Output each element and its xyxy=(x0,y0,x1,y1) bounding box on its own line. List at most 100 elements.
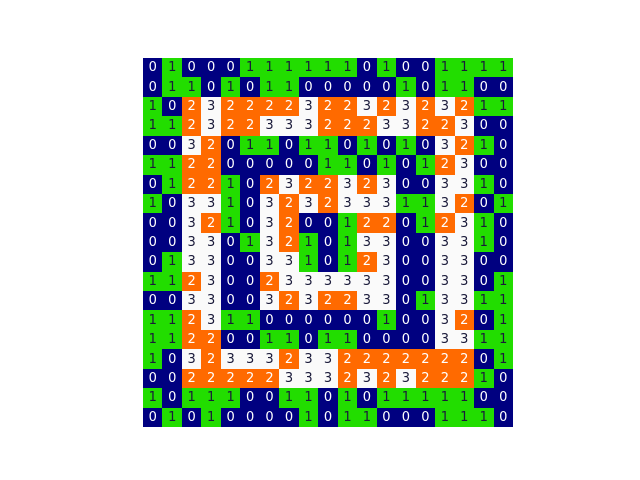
grid-cell: 0 xyxy=(240,213,260,233)
grid-cell: 2 xyxy=(435,368,455,389)
grid-cell: 0 xyxy=(396,271,416,292)
grid-cell: 2 xyxy=(415,116,436,136)
grid-cell: 0 xyxy=(357,388,377,408)
grid-cell: 1 xyxy=(474,135,494,156)
grid-cell: 0 xyxy=(162,368,182,389)
grid-cell: 0 xyxy=(493,368,513,389)
grid-cell: 1 xyxy=(435,77,455,97)
grid-cell: 1 xyxy=(240,58,260,78)
grid-cell: 0 xyxy=(279,407,299,427)
grid-cell: 1 xyxy=(376,155,397,175)
grid-cell: 2 xyxy=(376,349,397,369)
grid-cell: 2 xyxy=(259,271,280,292)
grid-cell: 2 xyxy=(201,368,221,389)
grid-cell: 1 xyxy=(357,135,377,156)
grid-cell: 2 xyxy=(454,135,475,156)
grid-cell: 3 xyxy=(357,96,377,117)
grid-cell: 0 xyxy=(415,232,436,253)
grid-cell: 2 xyxy=(337,368,358,389)
grid-cell: 0 xyxy=(143,252,163,272)
grid-cell: 1 xyxy=(162,252,182,272)
grid-cell: 2 xyxy=(435,116,455,136)
grid-cell: 0 xyxy=(474,349,494,369)
grid-cell: 0 xyxy=(474,116,494,136)
grid-cell: 3 xyxy=(201,116,221,136)
grid-cell: 2 xyxy=(454,310,475,330)
grid-cell: 0 xyxy=(298,77,319,97)
grid-cell: 0 xyxy=(162,213,182,233)
grid-cell: 3 xyxy=(181,232,202,253)
grid-cell: 2 xyxy=(454,193,475,214)
grid-cell: 3 xyxy=(435,232,455,253)
grid-cell: 0 xyxy=(220,155,241,175)
grid-cell: 2 xyxy=(454,349,475,369)
grid-cell: 0 xyxy=(318,252,338,272)
grid-cell: 1 xyxy=(454,77,475,97)
grid-cell: 0 xyxy=(474,310,494,330)
grid-cell: 1 xyxy=(474,174,494,194)
grid-cell: 2 xyxy=(181,116,202,136)
grid-cell: 0 xyxy=(240,271,260,292)
grid-cell: 0 xyxy=(493,174,513,194)
grid-cell: 1 xyxy=(337,232,358,253)
grid-cell: 0 xyxy=(162,388,182,408)
grid-cell: 3 xyxy=(376,116,397,136)
grid-cell: 3 xyxy=(201,96,221,117)
grid-cell: 0 xyxy=(415,135,436,156)
grid-cell: 1 xyxy=(143,155,163,175)
grid-cell: 3 xyxy=(279,116,299,136)
grid-cell: 1 xyxy=(201,407,221,427)
grid-cell: 3 xyxy=(279,252,299,272)
grid-cell: 1 xyxy=(396,388,416,408)
grid-cell: 0 xyxy=(298,310,319,330)
grid-cell: 0 xyxy=(357,329,377,350)
grid-cell: 1 xyxy=(474,96,494,117)
grid-cell: 3 xyxy=(181,349,202,369)
grid-cell: 1 xyxy=(279,329,299,350)
grid-cell: 2 xyxy=(240,116,260,136)
grid-cell: 1 xyxy=(493,58,513,78)
grid-cell: 3 xyxy=(337,271,358,292)
grid-cell: 0 xyxy=(493,252,513,272)
grid-cell: 2 xyxy=(415,96,436,117)
grid-cell: 1 xyxy=(474,291,494,311)
grid-cell: 3 xyxy=(279,368,299,389)
grid-cell: 1 xyxy=(493,96,513,117)
grid-cell: 3 xyxy=(376,232,397,253)
grid-cell: 1 xyxy=(474,407,494,427)
grid-cell: 0 xyxy=(357,58,377,78)
grid-cell: 0 xyxy=(220,252,241,272)
grid-cell: 3 xyxy=(279,271,299,292)
grid-cell: 0 xyxy=(220,135,241,156)
grid-cell: 3 xyxy=(318,271,338,292)
grid-cell: 1 xyxy=(415,291,436,311)
grid-cell: 1 xyxy=(143,388,163,408)
grid-cell: 1 xyxy=(143,193,163,214)
grid-cell: 2 xyxy=(201,155,221,175)
grid-cell: 0 xyxy=(474,252,494,272)
grid-cell: 2 xyxy=(279,349,299,369)
grid-cell: 3 xyxy=(259,213,280,233)
grid-cell: 1 xyxy=(143,310,163,330)
grid-cell: 1 xyxy=(337,329,358,350)
grid-cell: 0 xyxy=(357,155,377,175)
grid-cell: 1 xyxy=(220,174,241,194)
grid-cell: 3 xyxy=(357,193,377,214)
grid-cell: 1 xyxy=(162,77,182,97)
grid-cell: 1 xyxy=(240,232,260,253)
grid-cell: 1 xyxy=(298,388,319,408)
grid-cell: 0 xyxy=(259,388,280,408)
grid-cell: 1 xyxy=(357,407,377,427)
grid-cell: 0 xyxy=(143,135,163,156)
grid-cell: 1 xyxy=(493,310,513,330)
grid-cell: 1 xyxy=(240,310,260,330)
grid-cell: 3 xyxy=(318,349,338,369)
grid-cell: 1 xyxy=(454,407,475,427)
grid-cell: 0 xyxy=(220,329,241,350)
grid-cell: 1 xyxy=(298,58,319,78)
grid-cell: 2 xyxy=(337,291,358,311)
grid-cell: 0 xyxy=(162,349,182,369)
grid-cell: 3 xyxy=(298,291,319,311)
grid-cell: 0 xyxy=(240,252,260,272)
grid-cell: 0 xyxy=(493,135,513,156)
